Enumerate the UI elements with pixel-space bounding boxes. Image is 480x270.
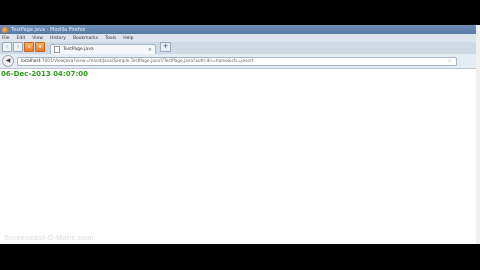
vertical-scrollbar[interactable] [476,25,480,244]
tab-bar: ‹ › ⌂ ★ TestPage.java × + [0,42,476,54]
bookmark-star-icon[interactable]: ☆ [448,58,452,64]
browser-window: TestPage.java - Mozilla Firefox File Edi… [0,25,476,244]
menu-help[interactable]: Help [123,36,133,41]
menu-file[interactable]: File [2,36,10,41]
firefox-icon [2,26,8,33]
recorder-watermark: Screencast-O-Matic.com [4,233,94,242]
tab-testpage[interactable]: TestPage.java × [50,44,156,54]
forward-small-icon[interactable]: › [13,42,23,52]
document-icon [54,46,60,53]
menu-history[interactable]: History [50,36,66,41]
url-path: :7001/ViewJava?view=mood/Java/Sample.Tes… [40,58,254,64]
window-title: TestPage.java - Mozilla Firefox [11,26,86,33]
menu-bar: File Edit View History Bookmarks Tools H… [0,34,476,42]
url-host: localhost [21,58,41,64]
tab-label: TestPage.java [63,47,94,52]
title-bar: TestPage.java - Mozilla Firefox [0,25,476,34]
menu-edit[interactable]: Edit [17,36,26,41]
menu-view[interactable]: View [32,36,43,41]
navigation-bar: ◀ localhost :7001/ViewJava?view=mood/Jav… [0,54,476,69]
menu-bookmarks[interactable]: Bookmarks [73,36,98,41]
menu-tools[interactable]: Tools [105,36,116,41]
bookmark-icon[interactable]: ★ [35,42,45,52]
address-bar[interactable]: localhost :7001/ViewJava?view=mood/Java/… [17,56,457,66]
back-small-icon[interactable]: ‹ [2,42,12,52]
tab-close-icon[interactable]: × [148,47,152,53]
date-time-text: 06-Dec-2013 04:07:00 [1,70,89,78]
page-content: 06-Dec-2013 04:07:00 [0,69,476,236]
new-tab-button[interactable]: + [160,42,171,52]
back-arrow-icon[interactable]: ◀ [2,55,14,67]
home-icon[interactable]: ⌂ [24,42,34,52]
